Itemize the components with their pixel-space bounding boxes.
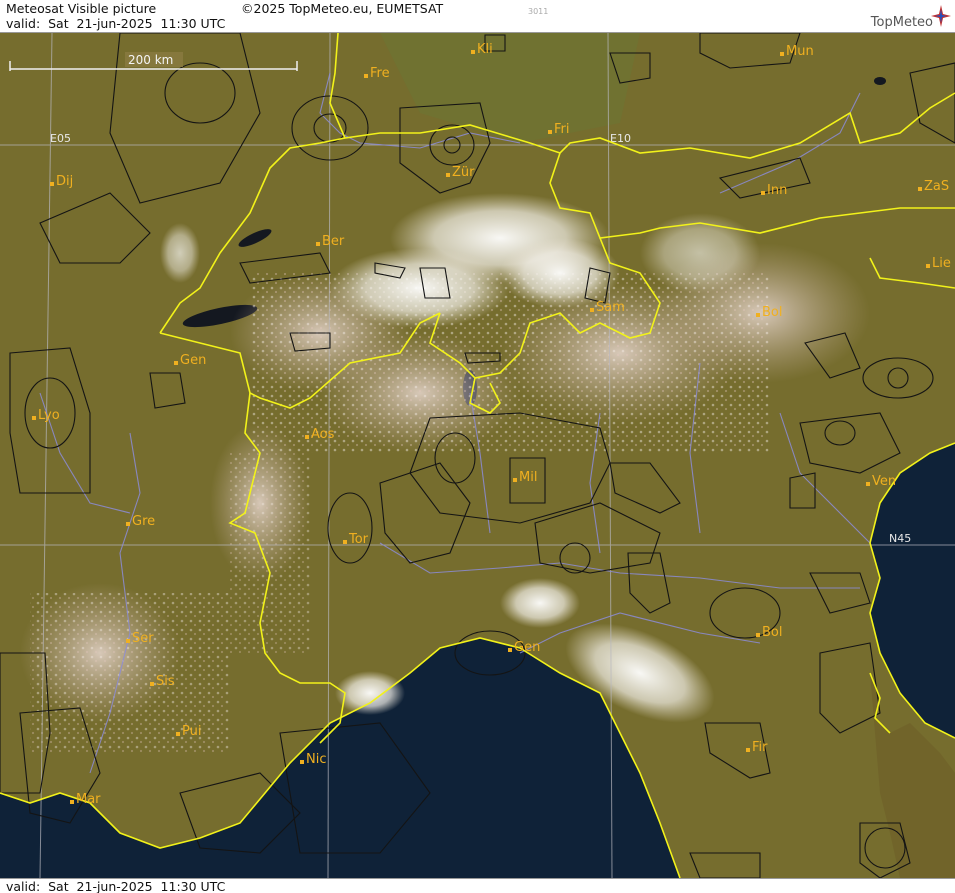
city-label: Fir [752,740,768,755]
city-dot [548,130,552,134]
city-dot [926,264,930,268]
city-label: Tor [348,532,369,547]
city-dot [300,760,304,764]
city-dot [176,732,180,736]
grid-label-n45: N45 [889,532,911,545]
city-dot [343,540,347,544]
city-label: Sam [596,300,625,315]
city-label: Gen [180,353,206,368]
page-title: Meteosat Visible picture [6,1,157,16]
city-dot [918,187,922,191]
city-label: Ber [322,234,345,249]
city-label: Mar [76,792,101,807]
city-label: Bol [762,305,782,320]
city-dot [866,482,870,486]
city-label: Sis [156,674,175,689]
city-dot [316,242,320,246]
city-dot [761,191,765,195]
city-dot [126,522,130,526]
copyright-text: ©2025 TopMeteo.eu, EUMETSAT [241,1,444,16]
city-label: Mun [786,44,814,59]
city-dot [70,800,74,804]
city-label: Lyo [38,408,60,423]
weather-map-page: Meteosat Visible picture valid: Sat 21-j… [0,0,955,893]
city-marker: Sam [590,300,625,315]
city-dot [756,313,760,317]
city-dot [780,52,784,56]
grid-label-e05: E05 [50,132,71,145]
city-label: Ven [872,474,896,489]
city-label: Inn [767,183,787,198]
city-dot [746,748,750,752]
valid-time-top: valid: Sat 21-jun-2025 11:30 UTC [6,16,226,31]
city-dot [32,416,36,420]
city-label: Fre [370,66,390,81]
city-label: Aos [311,427,335,442]
city-dot [471,50,475,54]
city-dot [126,639,130,643]
city-label: Dij [56,174,73,189]
topmeteo-logo[interactable]: TopMeteo [841,3,951,31]
city-dot [508,648,512,652]
city-label: Kli [477,42,493,57]
city-label: Gen [514,640,540,655]
header-bar: Meteosat Visible picture valid: Sat 21-j… [0,0,955,33]
city-dot [305,435,309,439]
city-dot [513,478,517,482]
city-dot [364,74,368,78]
satellite-map[interactable]: E05 E10 N45 200 km Kli MunFreFriDijZürIn… [0,33,955,878]
city-dot [174,361,178,365]
logo-text: TopMeteo [870,15,933,30]
city-dot [446,173,450,177]
city-dot [756,633,760,637]
city-label: Bol [762,625,782,640]
valid-time-bottom: valid: Sat 21-jun-2025 11:30 UTC [6,879,226,893]
city-label: Zür [452,165,475,180]
scale-bar-label: 200 km [128,53,173,67]
city-label: Mil [519,470,537,485]
city-label: ZaS [924,179,949,194]
footer-bar: valid: Sat 21-jun-2025 11:30 UTC [0,878,955,893]
city-label: Gre [132,514,155,529]
city-label: Fri [554,122,570,137]
city-dot [150,682,154,686]
city-marker: Mun [780,44,814,59]
city-label: Pui [182,724,201,739]
city-label: Nic [306,752,326,767]
city-label: Ser [132,631,154,646]
city-label: Lie [932,256,951,271]
city-dot [590,308,594,312]
image-code: 3011 [528,7,549,16]
city-dot [50,182,54,186]
